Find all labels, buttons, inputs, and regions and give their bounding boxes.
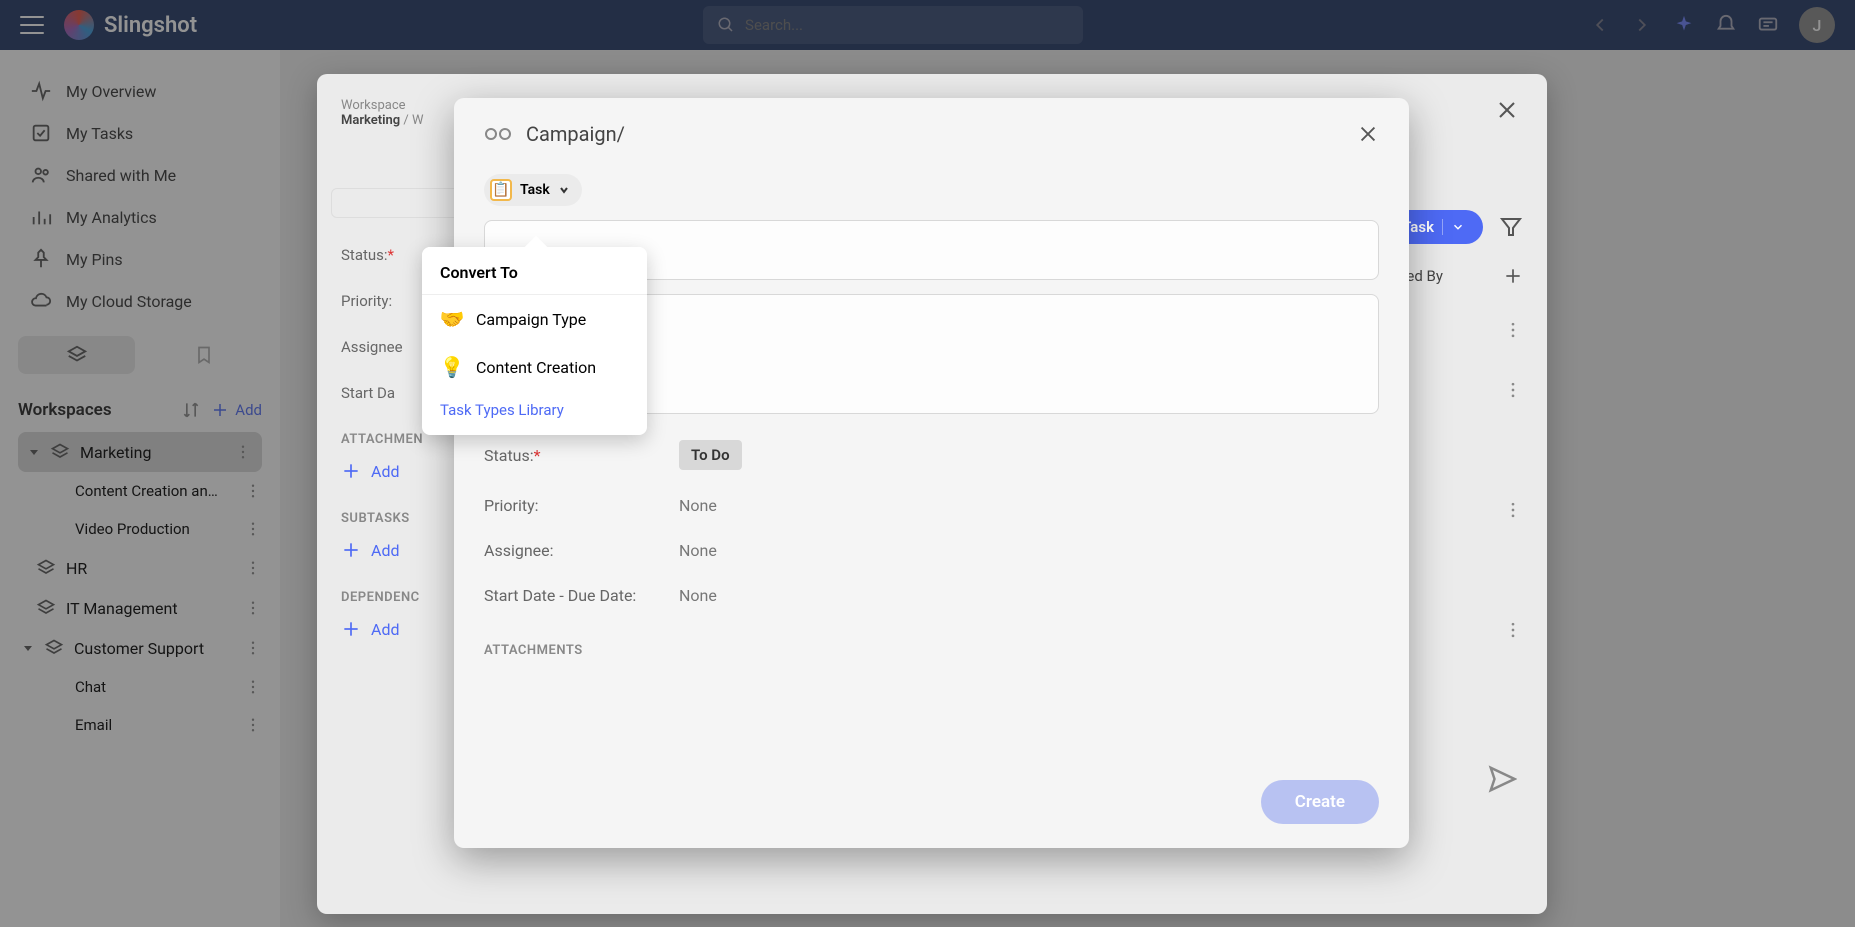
assignee-value[interactable]: None bbox=[679, 541, 717, 560]
convert-content-creation[interactable]: 💡Content Creation bbox=[422, 343, 647, 391]
row-more-icon[interactable] bbox=[1503, 320, 1523, 340]
status-label: Status:* bbox=[484, 446, 679, 465]
handshake-icon: 🤝 bbox=[440, 307, 464, 331]
priority-value[interactable]: None bbox=[679, 496, 717, 515]
create-task-modal: Campaign/ 📋 Task on Status:*To Do Priori… bbox=[454, 98, 1409, 848]
dates-value[interactable]: None bbox=[679, 586, 717, 605]
create-button[interactable]: Create bbox=[1261, 780, 1379, 824]
attachments-section: ATTACHMENTS bbox=[484, 643, 1379, 658]
task-type-selector[interactable]: 📋 Task bbox=[484, 174, 582, 206]
lightbulb-icon: 💡 bbox=[440, 355, 464, 379]
popover-title: Convert To bbox=[422, 247, 647, 295]
priority-label: Priority: bbox=[484, 496, 679, 515]
convert-to-popover: Convert To 🤝Campaign Type 💡Content Creat… bbox=[422, 247, 647, 435]
filter-icon[interactable] bbox=[1499, 215, 1523, 239]
status-value[interactable]: To Do bbox=[679, 440, 742, 470]
chevron-down-icon bbox=[1451, 220, 1465, 234]
modal-header: Campaign/ bbox=[454, 98, 1409, 170]
plus-icon bbox=[341, 619, 361, 639]
task-type-icon: 📋 bbox=[490, 179, 512, 201]
close-icon[interactable] bbox=[1357, 123, 1379, 145]
task-breadcrumb-icon bbox=[484, 124, 512, 144]
plus-icon bbox=[341, 540, 361, 560]
plus-icon bbox=[341, 461, 361, 481]
convert-campaign-type[interactable]: 🤝Campaign Type bbox=[422, 295, 647, 343]
send-icon[interactable] bbox=[1487, 764, 1517, 794]
dates-label: Start Date - Due Date: bbox=[484, 586, 679, 605]
task-types-library-link[interactable]: Task Types Library bbox=[422, 391, 647, 423]
row-more-icon[interactable] bbox=[1503, 620, 1523, 640]
chevron-down-icon bbox=[558, 184, 570, 196]
add-column-icon[interactable] bbox=[1503, 266, 1523, 286]
row-more-icon[interactable] bbox=[1503, 380, 1523, 400]
row-more-icon[interactable] bbox=[1503, 500, 1523, 520]
modal-breadcrumb: Campaign/ bbox=[526, 122, 625, 146]
assignee-label: Assignee: bbox=[484, 541, 679, 560]
modal-footer: Create bbox=[1261, 780, 1379, 824]
close-icon[interactable] bbox=[1495, 98, 1519, 122]
